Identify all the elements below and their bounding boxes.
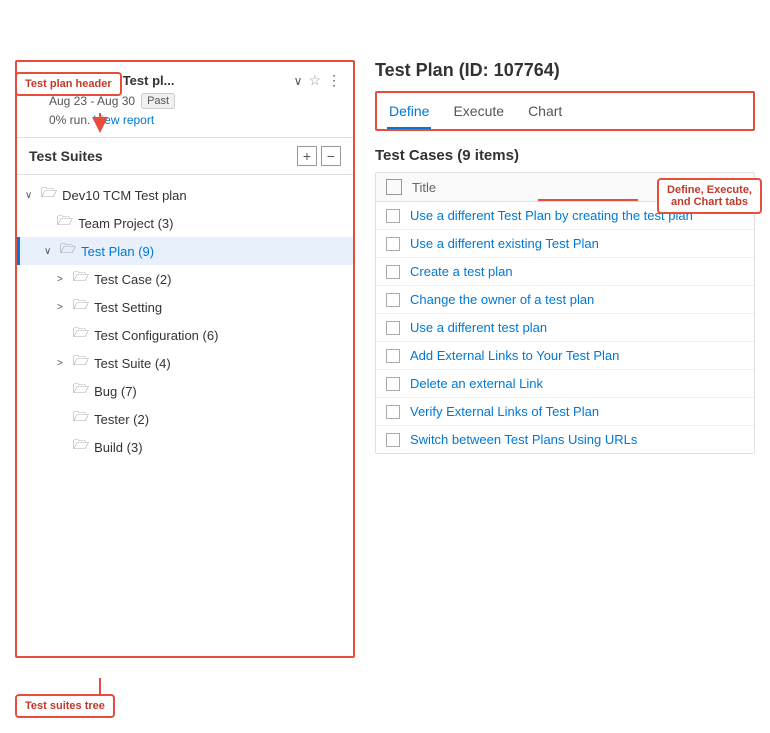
row-checkbox[interactable] xyxy=(386,377,400,391)
tree-item[interactable]: >🗁 Test Case (2) xyxy=(17,265,353,293)
collapse-suite-button[interactable]: − xyxy=(321,146,341,166)
tree-item-label: Build (3) xyxy=(94,440,142,455)
add-suite-button[interactable]: + xyxy=(297,146,317,166)
tree-chevron-icon[interactable]: ∨ xyxy=(25,190,41,201)
test-cases-title: Test Cases (9 items) xyxy=(375,147,755,164)
tabs-container: Define Execute Chart xyxy=(375,91,755,131)
test-case-title[interactable]: Use a different existing Test Plan xyxy=(410,236,599,251)
test-cases-rows: Use a different Test Plan by creating th… xyxy=(376,202,754,453)
tree-item-label: Test Case (2) xyxy=(94,272,171,287)
past-badge: Past xyxy=(141,93,175,109)
tabs-annotation: Define, Execute, and Chart tabs xyxy=(657,178,762,214)
row-checkbox[interactable] xyxy=(386,433,400,447)
tree-item[interactable]: 🗁 Tester (2) xyxy=(17,405,353,433)
right-panel: Test Plan (ID: 107764) Define Execute Char… xyxy=(375,60,755,658)
tree-container: ∨🗁Dev10 TCM Test plan🗁Team Project (3)∨🗁… xyxy=(17,175,353,467)
folder-icon: 🗁 xyxy=(73,324,89,346)
star-icon[interactable]: ☆ xyxy=(308,72,321,89)
tree-chevron-icon[interactable]: > xyxy=(57,302,73,313)
test-case-title[interactable]: Add External Links to Your Test Plan xyxy=(410,348,619,363)
tree-item[interactable]: 🗁 Build (3) xyxy=(17,433,353,461)
tree-item-label: Tester (2) xyxy=(94,412,149,427)
folder-icon: 🗁 xyxy=(60,240,76,262)
test-case-title[interactable]: Switch between Test Plans Using URLs xyxy=(410,432,637,447)
row-checkbox[interactable] xyxy=(386,321,400,335)
test-suites-title: Test Suites xyxy=(29,148,103,164)
test-case-title[interactable]: Delete an external Link xyxy=(410,376,543,391)
tree-item[interactable]: 🗁 Bug (7) xyxy=(17,377,353,405)
header-checkbox[interactable] xyxy=(386,179,402,195)
tree-item-label: Dev10 TCM Test plan xyxy=(62,188,187,203)
row-checkbox[interactable] xyxy=(386,265,400,279)
tree-item-label: Test Configuration (6) xyxy=(94,328,218,343)
tree-item-label: Bug (7) xyxy=(94,384,137,399)
tree-item[interactable]: >🗁 Test Setting xyxy=(17,293,353,321)
folder-icon: 🗁 xyxy=(73,268,89,290)
list-item[interactable]: Add External Links to Your Test Plan xyxy=(376,342,754,370)
more-options-icon[interactable]: ⋮ xyxy=(327,72,341,89)
run-percent: 0% run. xyxy=(49,113,90,127)
view-report-link[interactable]: View report xyxy=(94,113,154,127)
title-column-header: Title xyxy=(412,180,436,195)
test-suites-header: Test Suites + − xyxy=(17,138,353,175)
list-item[interactable]: Delete an external Link xyxy=(376,370,754,398)
dropdown-icon[interactable]: ∨ xyxy=(294,74,303,88)
list-item[interactable]: Change the owner of a test plan xyxy=(376,286,754,314)
test-cases-list: Title Use a different Test Plan by creat… xyxy=(375,172,755,454)
row-checkbox[interactable] xyxy=(386,209,400,223)
tab-chart[interactable]: Chart xyxy=(526,99,564,129)
tree-chevron-icon[interactable]: > xyxy=(57,358,73,369)
tree-item[interactable]: ∨🗁 Test Plan (9) xyxy=(17,237,353,265)
row-checkbox[interactable] xyxy=(386,349,400,363)
tree-item[interactable]: ∨🗁 Dev10 TCM Test plan xyxy=(17,181,353,209)
tab-define[interactable]: Define xyxy=(387,99,431,129)
test-suites-section: Test Suites + − ∨🗁Dev10 TCM Test plan🗁Te… xyxy=(17,138,353,656)
folder-icon: 🗁 xyxy=(73,408,89,430)
test-case-title[interactable]: Use a different Test Plan by creating th… xyxy=(410,208,693,223)
list-item[interactable]: Use a different existing Test Plan xyxy=(376,230,754,258)
test-plan-page-title: Test Plan (ID: 107764) xyxy=(375,60,755,81)
test-case-title[interactable]: Create a test plan xyxy=(410,264,513,279)
tree-item[interactable]: >🗁 Test Suite (4) xyxy=(17,349,353,377)
main-container: ← Dev10 TCM Test pl... ∨ ☆ ⋮ Aug 23 - Au… xyxy=(15,60,755,658)
tree-item-label: Test Setting xyxy=(94,300,162,315)
test-case-title[interactable]: Use a different test plan xyxy=(410,320,547,335)
folder-icon: 🗁 xyxy=(57,212,73,234)
folder-icon: 🗁 xyxy=(73,352,89,374)
test-case-title[interactable]: Change the owner of a test plan xyxy=(410,292,594,307)
row-checkbox[interactable] xyxy=(386,405,400,419)
list-item[interactable]: Use a different test plan xyxy=(376,314,754,342)
suite-actions: + − xyxy=(297,146,341,166)
list-item[interactable]: Create a test plan xyxy=(376,258,754,286)
tab-execute[interactable]: Execute xyxy=(451,99,506,129)
row-checkbox[interactable] xyxy=(386,237,400,251)
folder-icon: 🗁 xyxy=(73,296,89,318)
left-panel: ← Dev10 TCM Test pl... ∨ ☆ ⋮ Aug 23 - Au… xyxy=(15,60,355,658)
tree-chevron-icon[interactable]: > xyxy=(57,274,73,285)
tree-item[interactable]: 🗁 Team Project (3) xyxy=(17,209,353,237)
row-checkbox[interactable] xyxy=(386,293,400,307)
tree-chevron-icon[interactable]: ∨ xyxy=(44,246,60,257)
tree-item-label: Team Project (3) xyxy=(78,216,173,231)
date-range: Aug 23 - Aug 30 xyxy=(49,94,135,108)
list-item[interactable]: Switch between Test Plans Using URLs xyxy=(376,426,754,453)
tree-item-label: Test Plan (9) xyxy=(81,244,154,259)
tree-item[interactable]: 🗁 Test Configuration (6) xyxy=(17,321,353,349)
test-suites-tree-annotation: Test suites tree xyxy=(15,694,115,718)
list-item[interactable]: Verify External Links of Test Plan xyxy=(376,398,754,426)
folder-icon: 🗁 xyxy=(73,436,89,458)
tree-item-label: Test Suite (4) xyxy=(94,356,171,371)
folder-icon: 🗁 xyxy=(73,380,89,402)
test-plan-header-annotation: Test plan header xyxy=(15,72,122,96)
test-case-title[interactable]: Verify External Links of Test Plan xyxy=(410,404,599,419)
folder-icon: 🗁 xyxy=(41,184,57,206)
